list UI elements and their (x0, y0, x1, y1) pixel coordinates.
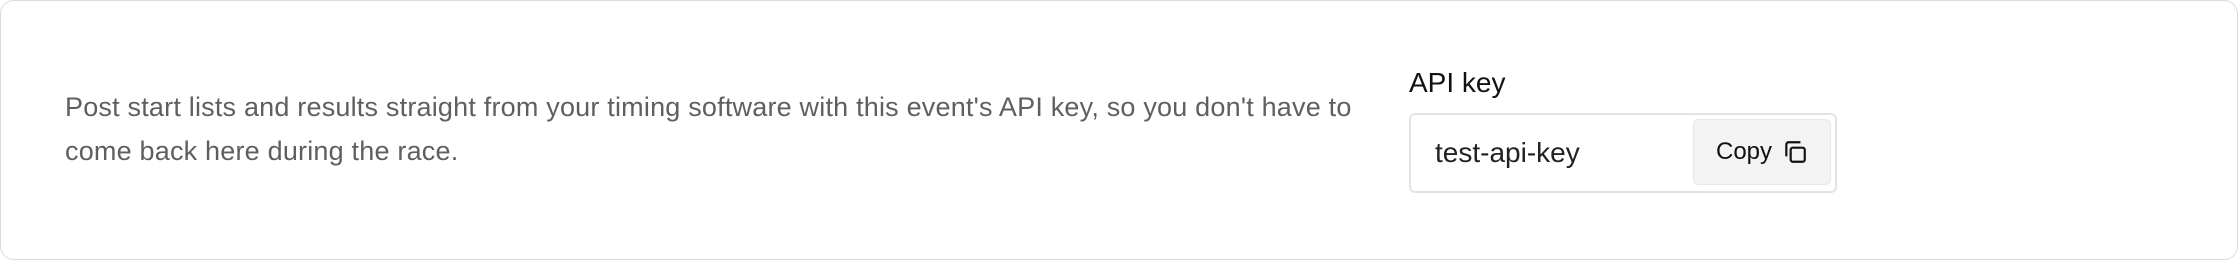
api-key-input-group: Copy (1409, 113, 1837, 193)
api-key-card: Post start lists and results straight fr… (0, 0, 2238, 260)
api-key-field: API key Copy (1409, 65, 1839, 193)
copy-button[interactable]: Copy (1693, 119, 1831, 185)
api-key-input[interactable] (1411, 115, 1691, 191)
api-key-description: Post start lists and results straight fr… (65, 92, 1352, 166)
copy-button-label: Copy (1715, 138, 1773, 165)
api-key-label: API key (1409, 67, 1506, 98)
copy-icon (1782, 139, 1808, 165)
